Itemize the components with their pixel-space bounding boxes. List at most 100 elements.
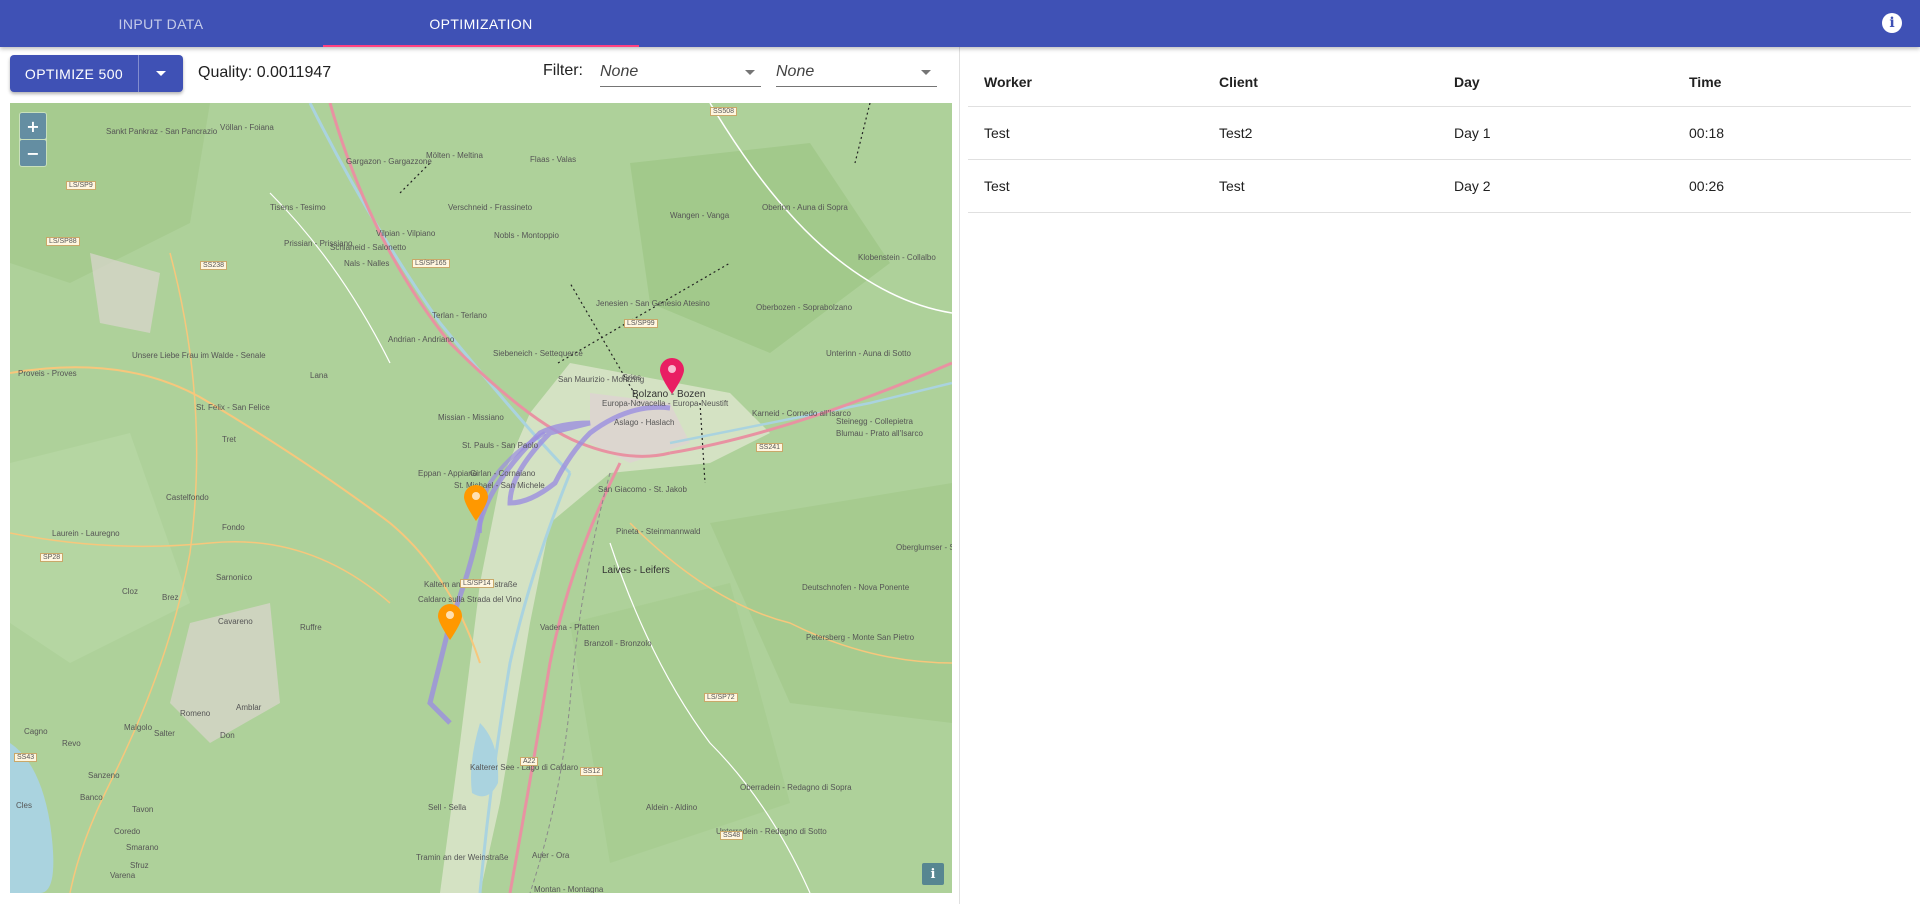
map-place-label: Verschneid - Frassineto bbox=[448, 203, 533, 212]
map-place-label: Laurein - Lauregno bbox=[52, 529, 120, 538]
map-place-label: Proveis - Proves bbox=[18, 369, 77, 378]
map-place-label: Vadena - Pfatten bbox=[540, 623, 600, 632]
map-place-label: Revo bbox=[62, 739, 81, 748]
map-place-label: Cavareno bbox=[218, 617, 253, 626]
column-header-client: Client bbox=[1203, 59, 1438, 107]
map-road-label: LS/SP9 bbox=[66, 181, 96, 190]
zoom-control: + − bbox=[19, 112, 47, 167]
map-place-label: Unsere Liebe Frau im Walde - Senale bbox=[132, 351, 266, 360]
table-row[interactable]: Test Test Day 2 00:26 bbox=[968, 159, 1911, 213]
map-road-label: LS/SP165 bbox=[412, 259, 450, 268]
map-place-label: Montan - Montagna bbox=[534, 885, 604, 893]
zoom-out-button[interactable]: − bbox=[20, 140, 46, 166]
map-place-label: Schlaneid - Salonetto bbox=[330, 243, 407, 252]
map-place-label: Aslago - Haslach bbox=[614, 418, 675, 427]
column-header-day: Day bbox=[1438, 59, 1673, 107]
map-place-label: Siebeneich - Settequerce bbox=[493, 349, 583, 358]
cell-client: Test bbox=[1203, 159, 1438, 213]
map-place-label: Eppan - Appiano bbox=[418, 469, 478, 478]
table-row[interactable]: Test Test2 Day 1 00:18 bbox=[968, 106, 1911, 160]
map-place-label: Deutschnofen - Nova Ponente bbox=[802, 583, 910, 592]
client-marker[interactable] bbox=[462, 484, 490, 522]
map-place-label: Tret bbox=[222, 435, 236, 444]
map-place-label: Branzoll - Bronzolo bbox=[584, 639, 652, 648]
map-place-label: Salter bbox=[154, 729, 175, 738]
map-road-label: LS/SP14 bbox=[460, 579, 494, 588]
map-place-label: Ruffre bbox=[300, 623, 322, 632]
filter-select-1-value: None bbox=[600, 63, 639, 80]
map-place-label: Klobenstein - Collalbo bbox=[858, 253, 936, 262]
map-place-label: Aldein - Aldino bbox=[646, 803, 698, 812]
map-place-label: Smarano bbox=[126, 843, 159, 852]
cell-worker: Test bbox=[968, 106, 1203, 160]
map-place-label: Flaas - Valas bbox=[530, 155, 577, 164]
map-place-label: Sanzeno bbox=[88, 771, 120, 780]
map-place-label: San Maurizio - Moritzing bbox=[558, 375, 645, 384]
map-place-label: Oberinn - Auna di Sopra bbox=[762, 203, 848, 212]
map-place-label: San Giacomo - St. Jakob bbox=[598, 485, 687, 494]
map-place-label: Castelfondo bbox=[166, 493, 209, 502]
map-place-label: Andrian - Andriano bbox=[388, 335, 455, 344]
map-place-label: Terlan - Terlano bbox=[432, 311, 487, 320]
filter-select-1[interactable]: None bbox=[600, 57, 761, 87]
chevron-down-icon bbox=[156, 71, 166, 76]
optimize-split-button: OPTIMIZE 500 bbox=[10, 55, 183, 92]
cell-day: Day 2 bbox=[1438, 159, 1673, 213]
optimize-options-button[interactable] bbox=[139, 55, 183, 92]
client-marker[interactable] bbox=[436, 603, 464, 641]
map-place-label: Vilpian - Vilpiano bbox=[376, 229, 436, 238]
cell-time: 00:18 bbox=[1673, 106, 1911, 160]
tab-input-data[interactable]: INPUT DATA bbox=[3, 0, 319, 47]
cell-day: Day 1 bbox=[1438, 106, 1673, 160]
map-place-label: Cagno bbox=[24, 727, 48, 736]
optimize-button[interactable]: OPTIMIZE 500 bbox=[10, 55, 139, 92]
map-place-label: Fondo bbox=[222, 523, 245, 532]
map-road-label: A22 bbox=[520, 757, 539, 766]
map-place-label: Jenesien - San Genesio Atesino bbox=[596, 299, 710, 308]
info-icon[interactable]: i bbox=[1882, 13, 1902, 33]
map-place-label: Gargazon - Gargazzone bbox=[346, 157, 432, 166]
map-place-label: Cloz bbox=[122, 587, 139, 596]
map-place-label: Romeno bbox=[180, 709, 211, 718]
schedule-table: Worker Client Day Time Test Test2 Day 1 … bbox=[968, 59, 1911, 213]
map-place-label: Sfruz bbox=[130, 861, 149, 870]
tab-optimization[interactable]: OPTIMIZATION bbox=[323, 0, 639, 47]
map-place-label: Oberglumser - San Valentino di Sopra bbox=[896, 543, 952, 552]
map-place-label: Girlan - Cornaiano bbox=[470, 469, 536, 478]
map-place-label: Steinegg - Collepietra bbox=[836, 417, 913, 426]
cell-client: Test2 bbox=[1203, 106, 1438, 160]
map-place-label: Brez bbox=[162, 593, 179, 602]
quality-value: Quality: 0.0011947 bbox=[198, 64, 332, 81]
map-road-label: SS238 bbox=[200, 261, 228, 270]
map-place-label: St. Felix - San Felice bbox=[196, 403, 270, 412]
tab-indicator bbox=[323, 45, 639, 47]
map-place-label: Oberbozen - Soprabolzano bbox=[756, 303, 853, 312]
filter-select-2[interactable]: None bbox=[776, 57, 937, 87]
optimization-panel: OPTIMIZE 500 Quality: 0.0011947 Filter: … bbox=[0, 47, 960, 904]
map-place-label: Tramin an der Weinstraße bbox=[416, 853, 509, 862]
map-place-label: Auer - Ora bbox=[532, 851, 570, 860]
map-place-label: Nals - Nalles bbox=[344, 259, 390, 268]
map-place-label: Lana bbox=[310, 371, 328, 380]
map-road-label: LS/SP88 bbox=[46, 237, 80, 246]
attribution-button[interactable]: i bbox=[922, 863, 944, 885]
map-road-label: SS48 bbox=[720, 831, 744, 840]
map-road-label: SS241 bbox=[756, 443, 784, 452]
map-place-label: Sankt Pankraz - San Pancrazio bbox=[106, 127, 218, 136]
map-place-label: St. Pauls - San Paolo bbox=[462, 441, 539, 450]
map-road-label: SP28 bbox=[40, 553, 64, 562]
cell-worker: Test bbox=[968, 159, 1203, 213]
cell-time: 00:26 bbox=[1673, 159, 1911, 213]
depot-marker[interactable] bbox=[658, 357, 686, 395]
map-place-label: Malgolo bbox=[124, 723, 153, 732]
zoom-in-button[interactable]: + bbox=[20, 113, 46, 139]
map-place-label: Varena bbox=[110, 871, 136, 880]
map-road-label: SS508 bbox=[710, 107, 738, 116]
route-map[interactable]: Bolzano - Bozen Laives - Leifers Europa-No… bbox=[10, 103, 952, 893]
map-place-label: Tisens - Tesimo bbox=[270, 203, 326, 212]
column-header-worker: Worker bbox=[968, 59, 1203, 107]
map-place-label: Missian - Missiano bbox=[438, 413, 504, 422]
map-place-label: Banco bbox=[80, 793, 103, 802]
map-road-label: SS43 bbox=[14, 753, 38, 762]
map-place-label: Sarnonico bbox=[216, 573, 253, 582]
